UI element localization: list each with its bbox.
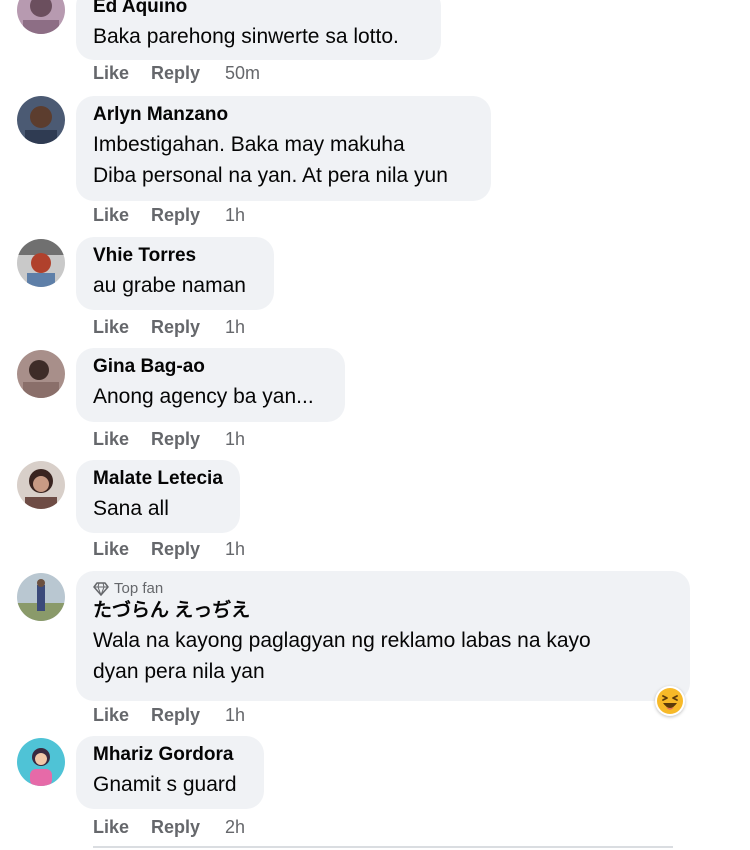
like-button[interactable]: Like: [93, 429, 151, 450]
comment-author[interactable]: Gina Bag-ao: [93, 356, 329, 378]
comment-text: Gnamit s guard: [93, 773, 237, 796]
reply-button[interactable]: Reply: [151, 63, 225, 84]
avatar[interactable]: [17, 573, 65, 621]
reply-button[interactable]: Reply: [151, 205, 225, 226]
comment-text: Anong agency ba yan...: [93, 385, 314, 408]
badge-label: Top fan: [114, 580, 164, 597]
comment-text: Imbestigahan. Baka may makuha: [93, 133, 405, 156]
comment-author[interactable]: Arlyn Manzano: [93, 104, 475, 126]
comment-bubble: Top fan たづらん えっぢえ Wala na kayong paglagy…: [76, 571, 690, 701]
comment-timestamp[interactable]: 1h: [225, 539, 245, 560]
comment-author[interactable]: Vhie Torres: [93, 245, 258, 267]
comment-text: Diba personal na yan. At pera nila yun: [93, 164, 448, 187]
reply-button[interactable]: Reply: [151, 429, 225, 450]
reply-button[interactable]: Reply: [151, 317, 225, 338]
comment-author[interactable]: たづらん えっぢえ: [93, 600, 674, 622]
reaction-badge[interactable]: [655, 686, 685, 716]
comment-timestamp[interactable]: 1h: [225, 317, 245, 338]
reply-button[interactable]: Reply: [151, 539, 225, 560]
like-button[interactable]: Like: [93, 205, 151, 226]
top-fan-badge[interactable]: Top fan: [93, 580, 674, 598]
comment-bubble: Gina Bag-ao Anong agency ba yan...: [76, 348, 345, 422]
comment-bubble: Malate Letecia Sana all: [76, 460, 240, 533]
comment-bubble: Arlyn Manzano Imbestigahan. Baka may mak…: [76, 96, 491, 201]
comment-text: Sana all: [93, 497, 169, 520]
comment-text: Wala na kayong paglagyan ng reklamo laba…: [93, 629, 591, 652]
comment-timestamp[interactable]: 50m: [225, 63, 260, 84]
comment-text: dyan pera nila yan: [93, 660, 265, 683]
avatar[interactable]: [17, 350, 65, 398]
divider: [93, 846, 673, 848]
comment-author[interactable]: Mhariz Gordora: [93, 744, 248, 766]
comment-timestamp[interactable]: 1h: [225, 429, 245, 450]
reply-button[interactable]: Reply: [151, 817, 225, 838]
comment-text: au grabe naman: [93, 274, 246, 297]
comment-bubble: Ed Aquino Baka parehong sinwerte sa lott…: [76, 0, 441, 60]
avatar[interactable]: [17, 461, 65, 509]
comment-timestamp[interactable]: 2h: [225, 817, 245, 838]
comment-bubble: Mhariz Gordora Gnamit s guard: [76, 736, 264, 809]
diamond-icon: [93, 582, 109, 596]
comment-timestamp[interactable]: 1h: [225, 205, 245, 226]
avatar[interactable]: [17, 738, 65, 786]
reply-button[interactable]: Reply: [151, 705, 225, 726]
comment-bubble: Vhie Torres au grabe naman: [76, 237, 274, 310]
like-button[interactable]: Like: [93, 817, 151, 838]
comment-text: Baka parehong sinwerte sa lotto.: [93, 25, 399, 48]
comment-timestamp[interactable]: 1h: [225, 705, 245, 726]
avatar[interactable]: [17, 239, 65, 287]
comment-author[interactable]: Ed Aquino: [93, 0, 425, 18]
like-button[interactable]: Like: [93, 539, 151, 560]
avatar[interactable]: [17, 96, 65, 144]
laughing-emoji-icon: [657, 688, 683, 714]
like-button[interactable]: Like: [93, 63, 151, 84]
avatar[interactable]: [17, 0, 65, 34]
like-button[interactable]: Like: [93, 317, 151, 338]
like-button[interactable]: Like: [93, 705, 151, 726]
comment-author[interactable]: Malate Letecia: [93, 468, 224, 490]
